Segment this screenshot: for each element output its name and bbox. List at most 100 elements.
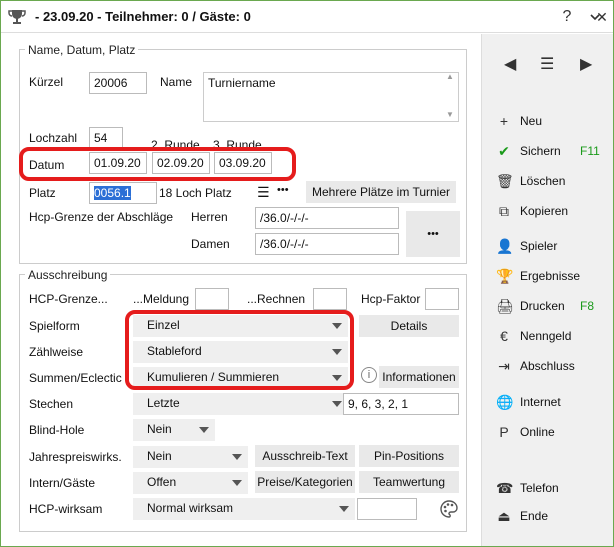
exit-icon: ⏏ — [497, 508, 511, 524]
spieler-label: Spieler — [520, 239, 558, 253]
more-icon[interactable]: ••• — [277, 184, 289, 196]
ende-button[interactable]: ⏏ Ende — [496, 506, 611, 528]
ergebnisse-button[interactable]: 🏆 Ergebnisse — [496, 266, 611, 288]
herren-input[interactable]: /36.0/-/-/- — [255, 207, 399, 229]
details-button[interactable]: Details — [359, 315, 459, 337]
finish-icon: ⇥ — [498, 358, 510, 374]
spielform-label: Spielform — [29, 319, 80, 333]
palette-icon[interactable] — [439, 499, 459, 519]
telefon-label: Telefon — [520, 481, 559, 495]
lochzahl-input[interactable]: 54 — [89, 127, 123, 149]
herren-label: Herren — [191, 210, 228, 224]
rechnen-input[interactable] — [313, 288, 347, 310]
meldung-label: ...Meldung — [133, 292, 190, 306]
trophy-icon: 🏆 — [496, 268, 514, 284]
kopieren-label: Kopieren — [520, 204, 569, 218]
hcp-faktor-label: Hcp-Faktor — [361, 292, 421, 306]
drucken-shortcut: F8 — [580, 299, 595, 313]
hcp-wirksam-extra-input[interactable] — [357, 498, 417, 520]
blind-hole-select[interactable]: Nein — [133, 419, 215, 441]
rechnen-label: ...Rechnen — [247, 292, 306, 306]
platz-input[interactable]: 0056.1 — [89, 182, 157, 204]
menu-icon[interactable]: ☰ — [540, 54, 554, 74]
blind-hole-value: Nein — [147, 422, 172, 436]
jahrespreis-value: Nein — [147, 449, 172, 463]
printer-icon: 🖨 — [496, 298, 514, 314]
hcp-grenze-label: HCP-Grenze... — [29, 292, 108, 306]
drucken-label: Drucken — [520, 299, 565, 313]
highlight-spielform-zaehlweise-summen — [125, 310, 354, 390]
kuerzel-label: Kürzel — [29, 75, 64, 89]
preise-kategorien-button[interactable]: Preise/Kategorien — [255, 471, 355, 493]
hcp-more-button[interactable]: ••• — [406, 211, 460, 257]
scroll-up-icon[interactable]: ▲ — [446, 72, 454, 81]
copy-icon: ⧉ — [499, 203, 509, 219]
loeschen-label: Löschen — [520, 174, 566, 188]
hcp-wirksam-label: HCP-wirksam — [29, 502, 103, 516]
teamwertung-button[interactable]: Teamwertung — [359, 471, 459, 493]
plus-icon: + — [499, 113, 509, 129]
intern-gaeste-select[interactable]: Offen — [133, 472, 248, 494]
phone-icon: ☎ — [496, 480, 514, 496]
window-title: - 23.09.20 - Teilnehmer: 0 / Gäste: 0 — [35, 9, 251, 24]
mehrere-plaetze-button[interactable]: Mehrere Plätze im Turnier — [306, 181, 456, 203]
chevron-down-icon — [339, 506, 349, 512]
drucken-button[interactable]: 🖨 Drucken F8 — [496, 296, 611, 318]
group1-legend: Name, Datum, Platz — [25, 43, 139, 57]
chevron-down-icon — [199, 427, 209, 433]
sichern-button[interactable]: ✔ Sichern F11 — [496, 141, 611, 163]
check-icon: ✔ — [498, 143, 510, 159]
ausschreib-text-button[interactable]: Ausschreib-Text — [255, 445, 355, 467]
damen-label: Damen — [191, 237, 230, 251]
sichern-label: Sichern — [520, 144, 561, 158]
globe-icon: 🌐 — [496, 394, 514, 410]
informationen-button[interactable]: Informationen — [379, 366, 459, 388]
jahrespreis-label: Jahrespreiswirks. — [29, 450, 122, 464]
damen-input[interactable]: /36.0/-/-/- — [255, 233, 399, 255]
stechen-value: Letzte — [147, 396, 180, 410]
online-button[interactable]: P Online — [496, 422, 611, 444]
jahrespreis-select[interactable]: Nein — [133, 446, 248, 468]
next-icon[interactable]: ▶ — [580, 54, 592, 74]
title-bar: - 23.09.20 - Teilnehmer: 0 / Gäste: 0 ? … — [1, 1, 613, 33]
platz-description: 18 Loch Platz — [159, 186, 232, 200]
scroll-down-icon[interactable]: ▼ — [446, 110, 454, 119]
hcp-faktor-input[interactable] — [425, 288, 459, 310]
stechen-select[interactable]: Letzte — [133, 393, 348, 415]
list-icon[interactable]: ☰ — [257, 184, 270, 201]
stechen-holes-input[interactable]: 9, 6, 3, 2, 1 — [343, 393, 459, 415]
name-label: Name — [160, 75, 193, 89]
previous-icon[interactable]: ◀ — [504, 54, 516, 74]
info-icon[interactable]: i — [361, 367, 377, 383]
online-label: Online — [520, 425, 555, 439]
platz-label: Platz — [29, 186, 56, 200]
internet-label: Internet — [520, 395, 561, 409]
trophy-icon — [8, 10, 26, 24]
neu-button[interactable]: + Neu — [496, 111, 611, 133]
hcp-wirksam-select[interactable]: Normal wirksam — [133, 498, 355, 520]
internet-button[interactable]: 🌐 Internet — [496, 392, 611, 414]
spieler-button[interactable]: 👤 Spieler — [496, 236, 611, 258]
intern-gaeste-value: Offen — [147, 475, 177, 489]
name-input[interactable]: Turniername — [203, 72, 459, 122]
kopieren-button[interactable]: ⧉ Kopieren — [496, 201, 611, 223]
online-icon: P — [499, 424, 509, 440]
chevron-down-icon — [332, 401, 342, 407]
meldung-input[interactable] — [195, 288, 229, 310]
pin-positions-button[interactable]: Pin-Positions — [359, 445, 459, 467]
nenngeld-label: Nenngeld — [520, 329, 572, 343]
trash-icon: 🗑 — [496, 173, 514, 189]
summen-label: Summen/Eclectic — [29, 371, 122, 385]
nenngeld-button[interactable]: € Nenngeld — [496, 326, 611, 348]
lochzahl-label: Lochzahl — [29, 131, 78, 145]
abschluss-button[interactable]: ⇥ Abschluss — [496, 356, 611, 378]
hcp-grenze-abschlaege-label: Hcp-Grenze der Abschläge — [29, 210, 174, 224]
close-button[interactable]: ✕ — [591, 6, 613, 28]
chevron-down-icon — [232, 480, 242, 486]
zaehlweise-label: Zählweise — [29, 345, 84, 359]
kuerzel-input[interactable]: 20006 — [89, 72, 147, 94]
help-button[interactable]: ? — [556, 6, 578, 28]
loeschen-button[interactable]: 🗑 Löschen — [496, 171, 611, 193]
telefon-button[interactable]: ☎ Telefon — [496, 478, 611, 500]
platz-value: 0056.1 — [94, 186, 131, 200]
